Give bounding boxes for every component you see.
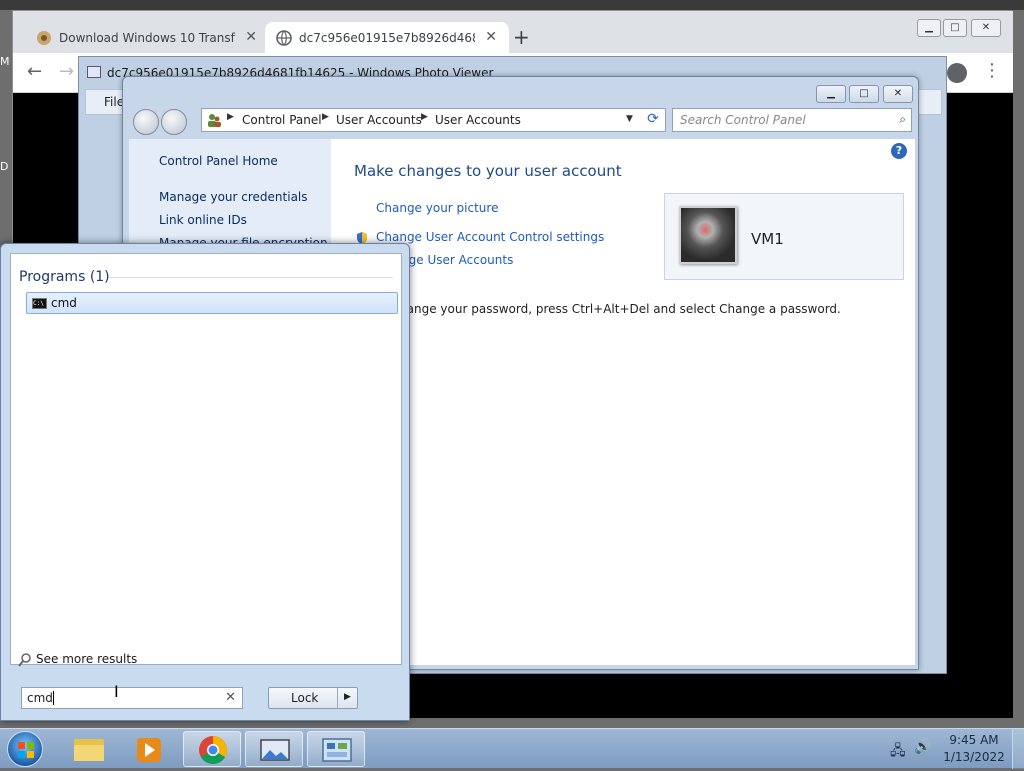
account-tile: VM1	[664, 193, 904, 280]
nav-control-panel-home[interactable]: Control Panel Home	[159, 154, 278, 168]
start-search-input[interactable]: cmd ✕	[21, 687, 243, 709]
result-item-cmd[interactable]: C:\ cmd	[26, 292, 398, 314]
tab-title: Download Windows 10 Transform	[59, 31, 235, 45]
programs-heading: Programs (1)	[19, 269, 110, 285]
help-icon[interactable]: ?	[891, 143, 907, 159]
lock-label: Lock	[291, 691, 319, 705]
photo-viewer-icon	[260, 739, 290, 761]
start-menu: Programs (1) C:\ cmd See more results cm…	[0, 243, 410, 721]
desktop-icon-label: M	[0, 55, 10, 68]
result-name: cmd	[51, 296, 77, 310]
network-icon[interactable]: 🖧	[890, 740, 906, 764]
maximize-button[interactable]: □	[943, 19, 967, 37]
nav-link-online-ids[interactable]: Link online IDs	[159, 213, 247, 227]
see-more-results-link[interactable]: See more results	[36, 652, 137, 666]
cmd-icon: C:\	[32, 298, 47, 309]
photo-viewer-icon	[87, 66, 101, 78]
tab-photo[interactable]: dc7c956e01915e7b8926d4681fb ✕	[265, 22, 509, 54]
text-cursor	[53, 691, 54, 705]
change-picture-link[interactable]: Change your picture	[376, 201, 498, 215]
control-panel-main: ? Make changes to your user account Chan…	[331, 139, 915, 665]
start-results-pane: Programs (1) C:\ cmd	[10, 253, 402, 665]
desktop-icon-label: D	[0, 160, 9, 173]
taskbar-explorer[interactable]	[60, 731, 118, 767]
password-note: To change your password, press Ctrl+Alt+…	[376, 302, 841, 316]
taskbar-media-player[interactable]	[120, 731, 178, 767]
user-accounts-icon	[206, 112, 222, 128]
text-cursor-pointer: I	[114, 682, 119, 701]
media-player-icon	[137, 738, 161, 762]
volume-icon[interactable]: 🔊	[914, 739, 931, 755]
profile-icon[interactable]	[947, 63, 967, 83]
forward-button[interactable]	[161, 109, 187, 135]
maximize-button[interactable]: □	[849, 85, 879, 103]
forward-button[interactable]: →	[59, 61, 74, 82]
menu-icon[interactable]: ⋮	[983, 60, 1001, 81]
taskbar-photo-viewer[interactable]	[245, 731, 303, 767]
close-tab-icon[interactable]: ✕	[245, 29, 257, 45]
taskbar-control-panel[interactable]	[307, 731, 365, 767]
desktop-background	[0, 0, 1024, 10]
address-dropdown-icon[interactable]: ▼	[626, 114, 633, 124]
webpage-icon	[36, 30, 52, 46]
divider	[337, 688, 338, 708]
lock-button[interactable]: Lock ▶	[268, 687, 358, 709]
power-options-arrow-icon[interactable]: ▶	[344, 692, 351, 702]
control-panel-icon	[322, 738, 352, 762]
search-icon[interactable]: ⌕	[899, 112, 906, 127]
search-icon	[17, 652, 33, 668]
tab-download-windows[interactable]: Download Windows 10 Transform ✕	[25, 22, 269, 54]
uac-settings-link[interactable]: Change User Account Control settings	[376, 230, 604, 244]
tab-title: dc7c956e01915e7b8926d4681fb	[299, 31, 475, 45]
divider	[109, 277, 393, 278]
back-button[interactable]	[133, 109, 159, 135]
new-tab-button[interactable]: +	[513, 25, 530, 49]
breadcrumb-separator: ▶	[421, 112, 428, 122]
globe-icon	[276, 30, 292, 46]
browser-tab-strip: Download Windows 10 Transform ✕ dc7c956e…	[13, 11, 1013, 54]
close-button[interactable]: ✕	[971, 19, 1001, 37]
breadcrumb-separator: ▶	[322, 112, 329, 122]
show-desktop-button[interactable]	[1012, 729, 1024, 769]
account-name: VM1	[751, 230, 784, 248]
taskbar-chrome[interactable]	[183, 731, 241, 767]
address-bar[interactable]: ▶ Control Panel ▶ User Accounts ▶ User A…	[201, 108, 666, 132]
breadcrumb-user-accounts[interactable]: User Accounts	[336, 113, 422, 127]
nav-manage-credentials[interactable]: Manage your credentials	[159, 190, 308, 204]
explorer-icon	[74, 739, 104, 761]
search-value: cmd	[27, 691, 53, 705]
start-button[interactable]	[7, 731, 43, 767]
search-input[interactable]: Search Control Panel ⌕	[672, 108, 912, 132]
clock-date[interactable]: 1/13/2022	[940, 750, 1008, 764]
minimize-button[interactable]: ▁	[917, 19, 941, 37]
close-button[interactable]: ✕	[883, 85, 913, 103]
breadcrumb-control-panel[interactable]: Control Panel	[242, 113, 322, 127]
close-tab-icon[interactable]: ✕	[485, 29, 497, 45]
breadcrumb-separator: ▶	[227, 112, 234, 122]
refresh-icon[interactable]: ⟳	[641, 108, 665, 132]
windows-logo-icon	[18, 742, 34, 758]
avatar[interactable]	[679, 206, 737, 264]
minimize-button[interactable]: ▁	[816, 85, 846, 103]
clear-search-icon[interactable]: ✕	[225, 690, 236, 705]
search-placeholder: Search Control Panel	[680, 113, 806, 127]
back-button[interactable]: ←	[27, 61, 42, 82]
clock-time[interactable]: 9:45 AM	[948, 733, 1000, 747]
taskbar: 🖧 🔊 9:45 AM 1/13/2022	[0, 728, 1024, 769]
breadcrumb-user-accounts-current[interactable]: User Accounts	[435, 113, 521, 127]
page-title: Make changes to your user account	[354, 162, 622, 180]
chrome-icon	[199, 736, 227, 764]
